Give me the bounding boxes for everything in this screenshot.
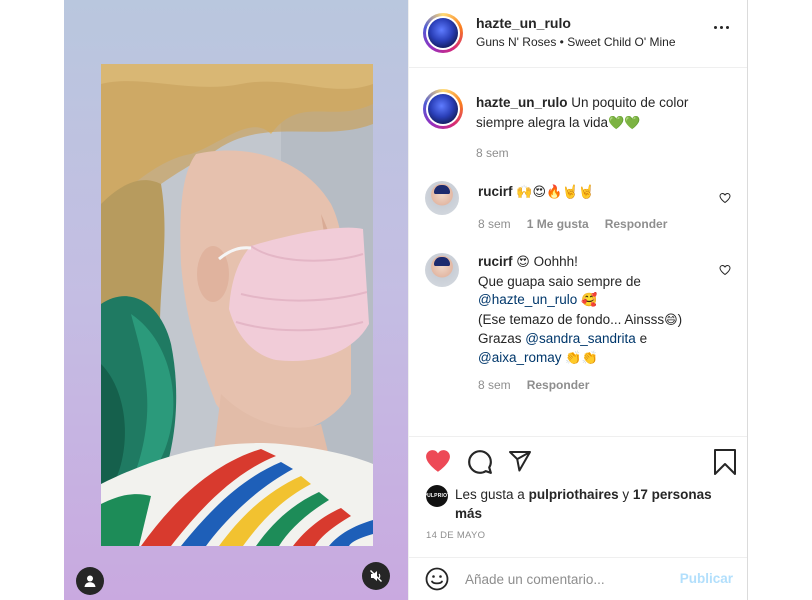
post-viewer: hazte_un_rulo Guns N' Roses • Sweet Chil… bbox=[0, 0, 812, 600]
mention-link[interactable]: @hazte_un_rulo bbox=[478, 292, 577, 307]
author-avatar[interactable] bbox=[423, 13, 463, 53]
commenter-avatar[interactable] bbox=[425, 181, 459, 215]
comment-likes[interactable]: 1 Me gusta bbox=[527, 217, 589, 231]
likes-text: Les gusta a pulpriothaires y 17 personas… bbox=[455, 485, 725, 523]
audio-track[interactable]: Guns N' Roses • Sweet Child O' Mine bbox=[476, 35, 676, 49]
comment-line: ) bbox=[677, 311, 683, 327]
comment-emoji: 🙌😍🔥🤘🤘 bbox=[516, 185, 595, 200]
liked-heart-icon[interactable] bbox=[425, 449, 451, 473]
more-options-button[interactable] bbox=[714, 26, 729, 29]
comment-meta: 8 sem Responder bbox=[478, 378, 589, 392]
speaker-muted-icon bbox=[370, 570, 382, 582]
liker-avatar[interactable]: PULPRIOT bbox=[424, 485, 450, 507]
comment-meta: 8 sem 1 Me gusta Responder bbox=[478, 217, 667, 231]
comment-line: Que guapa saio sempre de bbox=[478, 273, 641, 289]
share-direct-icon[interactable] bbox=[507, 449, 533, 473]
grin-emoji: 😄 bbox=[664, 312, 678, 328]
comment-line: Grazas bbox=[478, 331, 522, 346]
mute-button[interactable] bbox=[362, 562, 390, 590]
green-hearts-emoji: 💚💚 bbox=[608, 116, 641, 131]
comment-time[interactable]: 8 sem bbox=[478, 378, 511, 392]
mention-link[interactable]: @sandra_sandrita bbox=[525, 331, 636, 346]
user-icon bbox=[84, 575, 96, 587]
clapping-emoji: 👏👏 bbox=[565, 350, 598, 366]
post-side-panel: hazte_un_rulo Guns N' Roses • Sweet Chil… bbox=[408, 0, 748, 600]
like-comment-heart-icon[interactable] bbox=[719, 192, 731, 204]
reply-button[interactable]: Responder bbox=[527, 378, 590, 392]
comment-icon[interactable] bbox=[467, 449, 493, 475]
add-comment-bar: Publicar bbox=[409, 557, 747, 600]
caption-username[interactable]: hazte_un_rulo bbox=[476, 95, 568, 110]
like-comment-heart-icon[interactable] bbox=[719, 264, 731, 276]
publish-button[interactable]: Publicar bbox=[680, 571, 733, 586]
user-tags-button[interactable] bbox=[76, 567, 104, 595]
comment-line: e bbox=[639, 331, 648, 346]
author-username[interactable]: hazte_un_rulo bbox=[476, 15, 571, 31]
mention-link[interactable]: @aixa_romay bbox=[478, 350, 562, 365]
more-dots-icon bbox=[714, 26, 717, 29]
reply-button[interactable]: Responder bbox=[605, 217, 668, 231]
video-frame bbox=[101, 64, 373, 546]
comment-line: Oohhh! bbox=[533, 254, 578, 269]
media-panel bbox=[64, 0, 408, 600]
comment-input[interactable] bbox=[465, 566, 665, 592]
comment-line: (Ese temazo de fondo... Ainsss bbox=[478, 311, 665, 327]
likes-and: y bbox=[622, 487, 630, 502]
comments-list: hazte_un_rulo Un poquito de color siempr… bbox=[409, 69, 747, 435]
commenter-username[interactable]: rucirf bbox=[478, 184, 513, 199]
likes-prefix: Les gusta a bbox=[455, 487, 525, 502]
liker-username[interactable]: pulpriothaires bbox=[529, 487, 619, 502]
heart-eyes-emoji: 😍 bbox=[516, 255, 530, 270]
caption-time[interactable]: 8 sem bbox=[476, 146, 509, 160]
save-bookmark-icon[interactable] bbox=[713, 449, 737, 475]
comment-text: rucirf 🙌😍🔥🤘🤘 bbox=[478, 183, 708, 203]
smiling-hearts-emoji: 🥰 bbox=[581, 293, 598, 308]
comment-text: rucirf 😍 Oohhh! Que guapa saio sempre de… bbox=[478, 253, 708, 368]
post-video[interactable] bbox=[101, 64, 373, 546]
commenter-username[interactable]: rucirf bbox=[478, 254, 513, 269]
commenter-avatar[interactable] bbox=[425, 253, 459, 287]
post-header: hazte_un_rulo Guns N' Roses • Sweet Chil… bbox=[409, 0, 747, 68]
post-actions: PULPRIOT Les gusta a pulpriothaires y 17… bbox=[409, 436, 747, 556]
post-date[interactable]: 14 DE MAYO bbox=[426, 530, 485, 541]
caption-avatar[interactable] bbox=[423, 89, 463, 129]
caption-text: hazte_un_rulo Un poquito de color siempr… bbox=[476, 93, 726, 134]
comment-time[interactable]: 8 sem bbox=[478, 217, 511, 231]
action-bar bbox=[425, 449, 737, 475]
emoji-picker-icon[interactable] bbox=[425, 567, 449, 591]
